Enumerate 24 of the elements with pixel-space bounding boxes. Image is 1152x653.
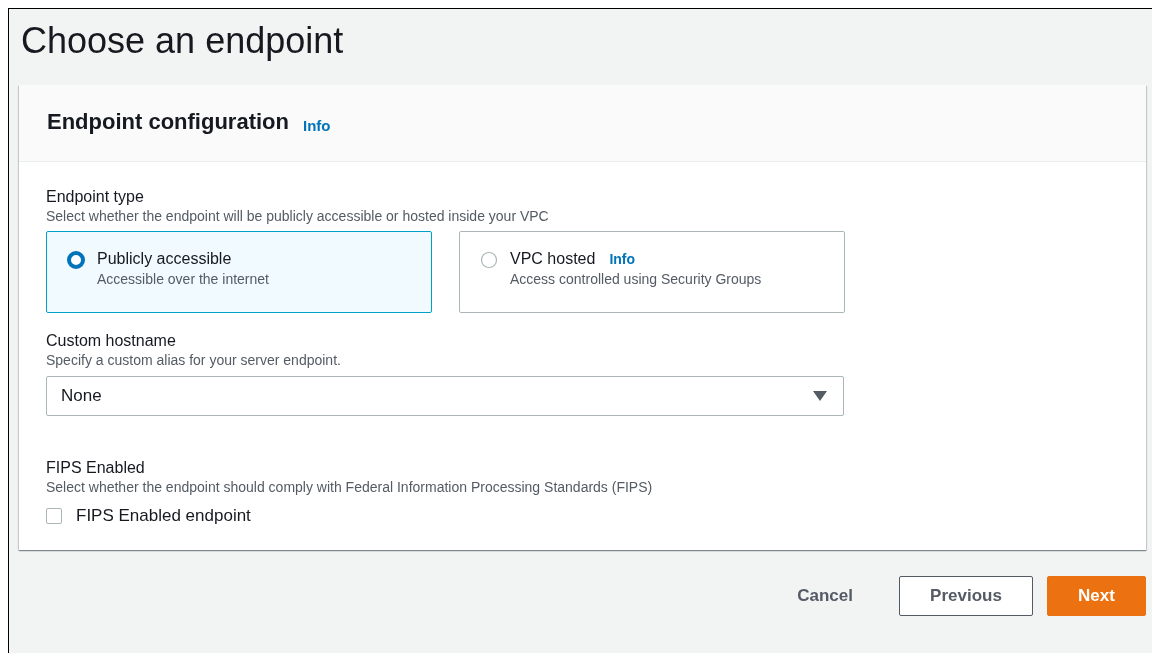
radio-icon[interactable] (480, 251, 498, 269)
field-description: Specify a custom alias for your server endpoint. (46, 351, 341, 369)
checkbox-label[interactable]: FIPS Enabled endpoint (76, 506, 251, 526)
option-label: VPC hosted (510, 249, 596, 269)
info-link[interactable]: Info (609, 249, 636, 269)
panel-title: Endpoint configuration (47, 109, 289, 135)
field-label: Custom hostname (46, 331, 176, 351)
field-label: Endpoint type (46, 187, 144, 207)
radio-tile[interactable]: VPC hosted Info Access controlled using Security Groups (459, 231, 845, 313)
option-label: Publicly accessible (97, 249, 232, 269)
field-description: Select whether the endpoint should comply with Federal Information Processing Standards (FIPS) (46, 478, 653, 496)
page-title: Choose an endpoint (21, 23, 344, 59)
radio-selected-icon[interactable] (67, 251, 85, 269)
radio-tile[interactable]: Publicly accessible Accessible over the internet (46, 231, 432, 313)
cancel-button[interactable]: Cancel (793, 576, 857, 616)
hostname-select[interactable]: None (46, 376, 844, 416)
checkbox[interactable] (46, 508, 62, 524)
field-description: Select whether the endpoint will be publicly accessible or hosted inside your VPC (46, 207, 549, 225)
option-description: Access controlled using Security Groups (510, 270, 762, 289)
caret-down-icon (813, 391, 827, 401)
previous-button[interactable]: Previous (899, 576, 1033, 616)
option-description: Accessible over the internet (97, 270, 269, 289)
field-label: FIPS Enabled (46, 458, 145, 478)
info-link[interactable]: Info (302, 116, 331, 134)
